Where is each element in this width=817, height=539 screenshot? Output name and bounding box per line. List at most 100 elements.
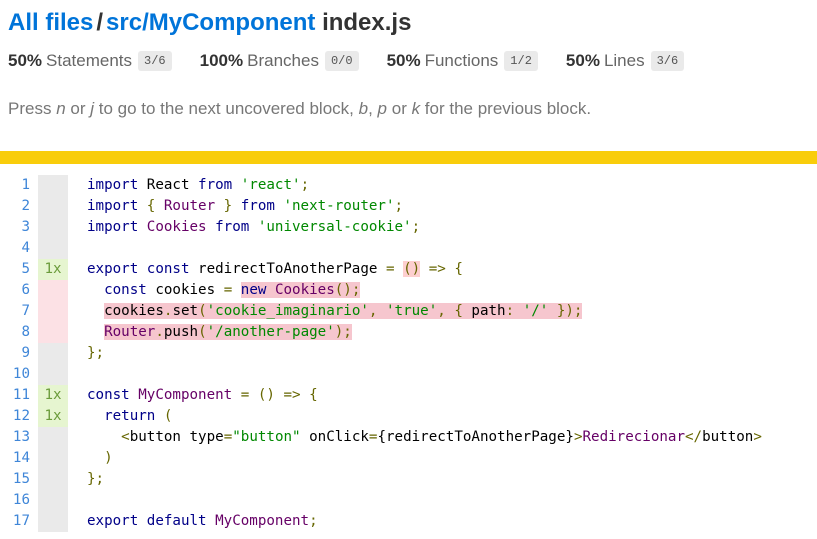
code-token: push bbox=[163, 324, 199, 340]
hit-count bbox=[38, 469, 68, 490]
hit-count bbox=[38, 490, 68, 511]
line-number-link[interactable]: 1 bbox=[0, 175, 38, 196]
code-token: 'true' bbox=[386, 303, 438, 319]
uncovered-statement: new Cookies(); bbox=[240, 282, 361, 298]
code-line: 12 1x return ( bbox=[0, 406, 817, 427]
line-number-link[interactable]: 11 bbox=[0, 385, 38, 406]
code-token: redirectToAnotherPage bbox=[189, 261, 386, 277]
code-token: : bbox=[505, 303, 523, 319]
stat-lines: 50% Lines 3/6 bbox=[565, 51, 685, 71]
code-token: => bbox=[283, 387, 301, 403]
uncovered-function: () bbox=[403, 261, 421, 277]
coverage-summary: 50% Statements 3/6 100% Branches 0/0 50%… bbox=[8, 50, 809, 72]
hit-count bbox=[38, 175, 68, 196]
code-text: export default MyComponent; bbox=[68, 511, 318, 532]
code-token: from bbox=[240, 198, 275, 214]
line-number-link[interactable]: 10 bbox=[0, 364, 38, 385]
hit-count: 1x bbox=[38, 406, 68, 427]
code-token: MyComponent bbox=[215, 513, 310, 529]
code-text: const MyComponent = () => { bbox=[68, 385, 318, 406]
hit-count: 1x bbox=[38, 259, 68, 280]
code-token: from bbox=[215, 219, 250, 235]
stat-percent: 50% bbox=[565, 51, 600, 70]
line-number-link[interactable]: 16 bbox=[0, 490, 38, 511]
line-number-link[interactable]: 13 bbox=[0, 427, 38, 448]
line-number-link[interactable]: 15 bbox=[0, 469, 38, 490]
code-line: 15 }; bbox=[0, 469, 817, 490]
stat-percent: 100% bbox=[199, 51, 244, 70]
code-line: 3 import Cookies from 'universal-cookie'… bbox=[0, 217, 817, 238]
code-token: (); bbox=[334, 282, 361, 298]
code-token: Redirecionar bbox=[582, 429, 685, 445]
code-line: 7 cookies.set('cookie_imaginario', 'true… bbox=[0, 301, 817, 322]
code-token: button bbox=[129, 429, 181, 445]
line-number-link[interactable]: 14 bbox=[0, 448, 38, 469]
code-token: type bbox=[189, 429, 224, 445]
line-number-link[interactable]: 2 bbox=[0, 196, 38, 217]
code-line: 14 ) bbox=[0, 448, 817, 469]
stat-fraction: 3/6 bbox=[138, 51, 172, 71]
code-token: }); bbox=[548, 303, 583, 319]
hint-key: p bbox=[377, 99, 388, 118]
all-files-link[interactable]: All files bbox=[8, 9, 93, 36]
code-token: const bbox=[87, 387, 130, 403]
code-token: ; bbox=[411, 219, 421, 235]
hint-text: Press bbox=[8, 99, 57, 118]
code-line: 6 const cookies = new Cookies(); bbox=[0, 280, 817, 301]
code-token: default bbox=[146, 513, 207, 529]
code-token: onClick bbox=[309, 429, 369, 445]
code-token: "button" bbox=[232, 429, 301, 445]
coverage-status-bar bbox=[0, 151, 817, 164]
code-text: ) bbox=[68, 448, 113, 469]
code-text: return ( bbox=[68, 406, 172, 427]
code-token: set bbox=[172, 303, 199, 319]
code-text: Router.push('/another-page'); bbox=[68, 322, 352, 343]
keyboard-hint: Press n or j to go to the next uncovered… bbox=[8, 98, 809, 120]
code-token: , bbox=[368, 303, 386, 319]
uncovered-statement: Router.push('/another-page'); bbox=[104, 324, 352, 340]
file-name: index.js bbox=[322, 9, 412, 36]
hit-count bbox=[38, 364, 68, 385]
code-token: = bbox=[223, 282, 233, 298]
line-number-link[interactable]: 4 bbox=[0, 238, 38, 259]
line-number-link[interactable]: 3 bbox=[0, 217, 38, 238]
code-text: }; bbox=[68, 469, 104, 490]
code-token: MyComponent bbox=[138, 387, 233, 403]
line-number-link[interactable]: 8 bbox=[0, 322, 38, 343]
stat-fraction: 3/6 bbox=[650, 51, 685, 71]
code-token: ) bbox=[104, 450, 113, 466]
code-line: 1 import React from 'react'; bbox=[0, 175, 817, 196]
line-number-link[interactable]: 9 bbox=[0, 343, 38, 364]
code-token: Cookies bbox=[138, 219, 216, 235]
hit-count bbox=[38, 238, 68, 259]
line-number-link[interactable]: 17 bbox=[0, 511, 38, 532]
directory-link[interactable]: src/MyComponent bbox=[106, 9, 315, 36]
line-number-link[interactable]: 7 bbox=[0, 301, 38, 322]
code-token: }; bbox=[87, 471, 105, 487]
hit-count bbox=[38, 217, 68, 238]
code-token: export bbox=[87, 261, 139, 277]
stat-label: Statements bbox=[46, 51, 133, 70]
line-number-link[interactable]: 12 bbox=[0, 406, 38, 427]
code-text: }; bbox=[68, 343, 104, 364]
code-token: {redirectToAnotherPage} bbox=[377, 429, 574, 445]
code-token: = bbox=[223, 429, 233, 445]
code-line: 2 import { Router } from 'next-router'; bbox=[0, 196, 817, 217]
hint-text: or bbox=[387, 99, 412, 118]
hint-text: or bbox=[65, 99, 91, 118]
code-token: 'universal-cookie' bbox=[257, 219, 412, 235]
line-number-link[interactable]: 6 bbox=[0, 280, 38, 301]
breadcrumb-separator: / bbox=[96, 9, 104, 36]
code-token: { bbox=[309, 387, 318, 403]
code-token: () bbox=[257, 387, 275, 403]
line-number-link[interactable]: 5 bbox=[0, 259, 38, 280]
